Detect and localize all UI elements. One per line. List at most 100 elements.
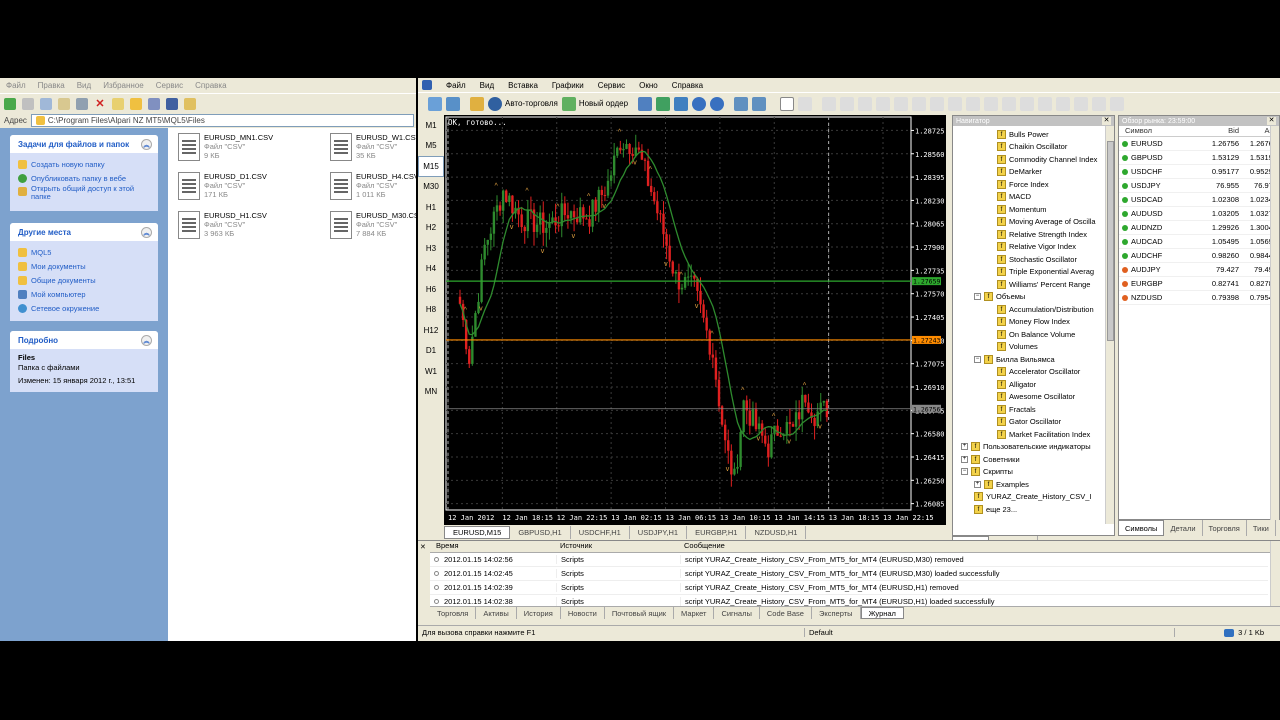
price-chart[interactable]: 1.28725 1.28560 1.28395 1.28230 1.28065 1.279…: [444, 115, 946, 525]
mt-menu-help[interactable]: Справка: [672, 81, 703, 90]
timeframe-mn[interactable]: MN: [418, 382, 444, 403]
col-time[interactable]: Время: [430, 541, 556, 552]
folder-icon[interactable]: [112, 97, 124, 110]
toolbox-tab[interactable]: История: [517, 607, 561, 619]
toolbox-tab[interactable]: Code Base: [760, 607, 812, 619]
trendline-icon[interactable]: [858, 96, 873, 111]
collapse-chevron-icon[interactable]: ︽: [141, 226, 152, 238]
timeframe-h1[interactable]: H1: [418, 197, 444, 218]
timeframe-m1[interactable]: M1: [418, 115, 444, 136]
timeframe-m30[interactable]: M30: [418, 177, 444, 198]
close-icon[interactable]: ✕: [1267, 117, 1276, 125]
up-folder-icon[interactable]: [4, 97, 16, 110]
chart-tab[interactable]: USDJPY,H1: [630, 526, 688, 539]
market-watch-row[interactable]: AUDJPY 79.427 79.495: [1119, 263, 1279, 277]
navigator-item[interactable]: f Fractals: [953, 403, 1114, 416]
timeframe-h3[interactable]: H3: [418, 238, 444, 259]
col-source[interactable]: Источник: [556, 541, 680, 552]
chart-tab[interactable]: USDCHF,H1: [571, 526, 630, 539]
file-item[interactable]: EURUSD_M30.CSVФайл "CSV"7 884 КБ: [330, 211, 416, 239]
navigator-item[interactable]: f Money Flow Index: [953, 316, 1114, 329]
file-item[interactable]: EURUSD_MN1.CSV Файл "CSV" 9 КБ: [178, 133, 298, 161]
market-watch-row[interactable]: AUDUSD 1.03205 1.03275: [1119, 207, 1279, 221]
journal-row[interactable]: 2012.01.15 14:02:56 Scripts script YURAZ_C…: [430, 553, 1268, 567]
file-item[interactable]: EURUSD_H1.CSV Файл "CSV" 3 963 КБ: [178, 211, 298, 239]
collapse-icon[interactable]: −: [974, 293, 981, 301]
details-header[interactable]: Подробно ︽: [10, 331, 158, 349]
navigator-item[interactable]: f Alligator: [953, 378, 1114, 391]
close-icon[interactable]: ✕: [1102, 117, 1111, 125]
views-icon[interactable]: [166, 97, 178, 110]
autoscroll-icon[interactable]: [734, 96, 749, 111]
navigator-item[interactable]: f Commodity Channel Index: [953, 153, 1114, 166]
explorer-menu-tools[interactable]: Сервис: [156, 81, 183, 90]
chart-tab[interactable]: GBPUSD,H1: [510, 526, 571, 539]
candlestick-icon[interactable]: [656, 96, 671, 111]
timeframe-m5[interactable]: M5: [418, 136, 444, 157]
navigator-item[interactable]: f Accumulation/Distribution: [953, 303, 1114, 316]
mt-menu-insert[interactable]: Вставка: [508, 81, 538, 90]
market-watch-row[interactable]: EURUSD 1.26756 1.26768: [1119, 137, 1279, 151]
explorer-menu-edit[interactable]: Правка: [38, 81, 65, 90]
navigator-item[interactable]: f MACD: [953, 191, 1114, 204]
folder-options-icon[interactable]: [184, 97, 196, 110]
task-new-folder[interactable]: Создать новую папку: [18, 157, 150, 171]
autotrading-button[interactable]: Авто-торговля: [488, 96, 558, 111]
task-share[interactable]: Открыть общий доступ к этой папке: [18, 185, 150, 205]
timeframe-h6[interactable]: H6: [418, 279, 444, 300]
file-item[interactable]: EURUSD_D1.CSV Файл "CSV" 171 КБ: [178, 172, 298, 200]
explorer-menu-help[interactable]: Справка: [195, 81, 226, 90]
mt-menu-file[interactable]: Файл: [446, 81, 466, 90]
new-chart-icon[interactable]: [428, 96, 442, 111]
place-my-documents[interactable]: Мои документы: [18, 259, 150, 273]
folders-icon[interactable]: [130, 97, 142, 110]
ellipse-tool-icon[interactable]: [966, 96, 981, 111]
scroll-thumb[interactable]: [1107, 141, 1114, 341]
toolbox-tab[interactable]: Маркет: [674, 607, 715, 619]
timeframe-h8[interactable]: H8: [418, 300, 444, 321]
horizontal-line-icon[interactable]: [840, 96, 855, 111]
toolbox-tab[interactable]: Журнал: [860, 607, 904, 619]
place-mql5[interactable]: MQL5: [18, 245, 150, 259]
timeframe-w1[interactable]: W1: [418, 361, 444, 382]
cycle-lines-icon[interactable]: [1038, 96, 1053, 111]
market-icon[interactable]: [470, 96, 484, 111]
collapse-icon[interactable]: −: [961, 468, 968, 476]
navigator-item[interactable]: f Gator Oscillator: [953, 416, 1114, 429]
delete-icon[interactable]: ✕: [94, 98, 106, 110]
tab-symbols[interactable]: Символы: [1118, 520, 1165, 536]
navigator-item[interactable]: f Momentum: [953, 203, 1114, 216]
explorer-menu-view[interactable]: Вид: [77, 81, 91, 90]
cursor-icon[interactable]: [780, 96, 795, 111]
collapse-icon[interactable]: −: [974, 355, 981, 363]
timeframe-d1[interactable]: D1: [418, 341, 444, 362]
tab-trading[interactable]: Торговля: [1203, 520, 1247, 536]
col-symbol[interactable]: Символ: [1119, 126, 1193, 136]
toolbox-tab[interactable]: Новости: [561, 607, 605, 619]
place-shared-documents[interactable]: Общие документы: [18, 273, 150, 287]
navigator-item[interactable]: f Force Index: [953, 178, 1114, 191]
other-places-header[interactable]: Другие места ︽: [10, 223, 158, 241]
toolbox-side-handle[interactable]: ✕: [418, 541, 430, 612]
place-my-computer[interactable]: Мой компьютер: [18, 287, 150, 301]
expand-icon[interactable]: +: [974, 480, 981, 488]
timeframe-m15[interactable]: M15: [418, 156, 444, 177]
navigator-item[interactable]: f Volumes: [953, 341, 1114, 354]
navigator-item[interactable]: − f Объемы: [953, 291, 1114, 304]
collapse-chevron-icon[interactable]: ︽: [141, 138, 152, 150]
timeframe-h2[interactable]: H2: [418, 218, 444, 239]
navigator-item[interactable]: f Relative Vigor Index: [953, 241, 1114, 254]
navigator-item[interactable]: + f Пользовательские индикаторы: [953, 441, 1114, 454]
navigator-item[interactable]: f Accelerator Oscillator: [953, 366, 1114, 379]
fibonacci-icon[interactable]: [894, 96, 909, 111]
tab-details[interactable]: Детали: [1164, 520, 1203, 536]
navigator-item[interactable]: − f Билла Вильямса: [953, 353, 1114, 366]
close-icon[interactable]: ✕: [420, 543, 426, 551]
text-tool-icon[interactable]: [912, 96, 927, 111]
rectangle-tool-icon[interactable]: [930, 96, 945, 111]
label-tool-icon[interactable]: [984, 96, 999, 111]
profiles-icon[interactable]: [446, 96, 460, 111]
market-watch-row[interactable]: USDCAD 1.02308 1.02342: [1119, 193, 1279, 207]
file-item[interactable]: EURUSD_W1.CSV Файл "CSV" 35 КБ: [330, 133, 416, 161]
market-watch-row[interactable]: USDJPY 76.955 76.979: [1119, 179, 1279, 193]
